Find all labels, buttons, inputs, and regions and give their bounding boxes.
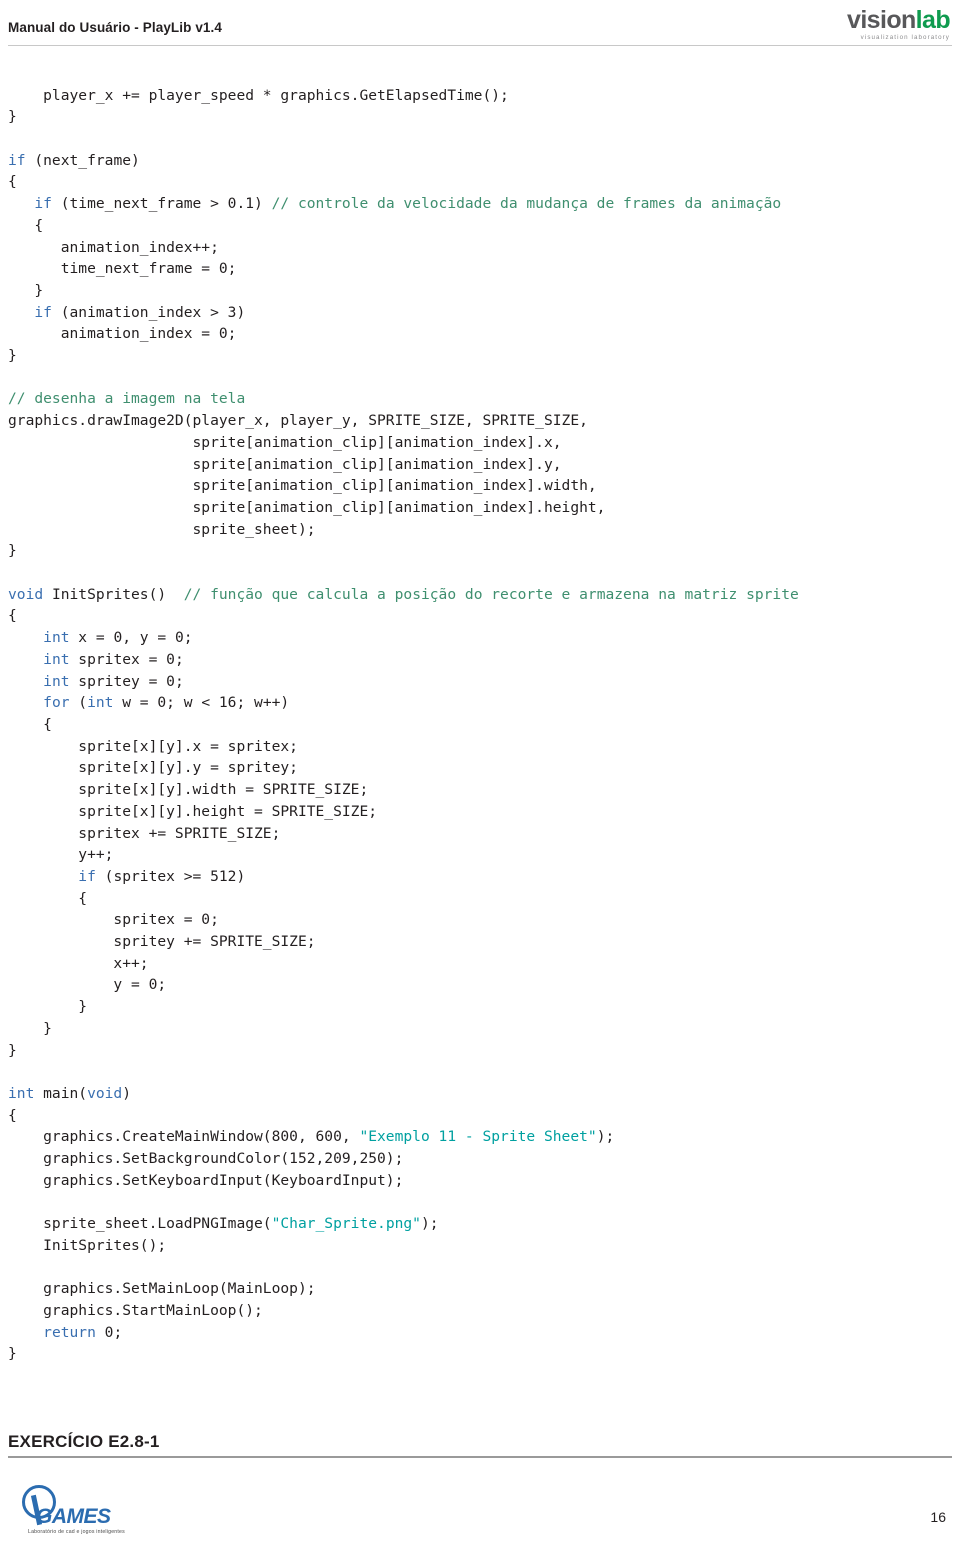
icad-games-logo: GAMES Laboratório de cad e jogos intelig… [22,1483,140,1545]
page-header: Manual do Usuário - PlayLib v1.4 visionl… [0,0,960,50]
page-number: 16 [930,1509,946,1525]
exercise-section: EXERCÍCIO E2.8-1 [8,1432,952,1458]
header-divider [8,45,952,46]
exercise-title: EXERCÍCIO E2.8-1 [8,1432,160,1451]
document-title: Manual do Usuário - PlayLib v1.4 [8,20,222,35]
code-listing: player_x += player_speed * graphics.GetE… [8,86,799,1363]
visionlab-logo: visionlab visualization laboratory [770,6,951,43]
logo-subtitle: visualization laboratory [860,34,950,41]
footer-logo-text: GAMES [36,1505,111,1528]
visionlab-logo-text: visionlab [770,6,951,34]
logo-word-lab: lab [915,6,951,34]
footer-logo-subtitle: Laboratório de cad e jogos inteligentes [28,1529,125,1535]
exercise-divider [8,1456,952,1458]
logo-word-vision: vision [847,6,916,34]
